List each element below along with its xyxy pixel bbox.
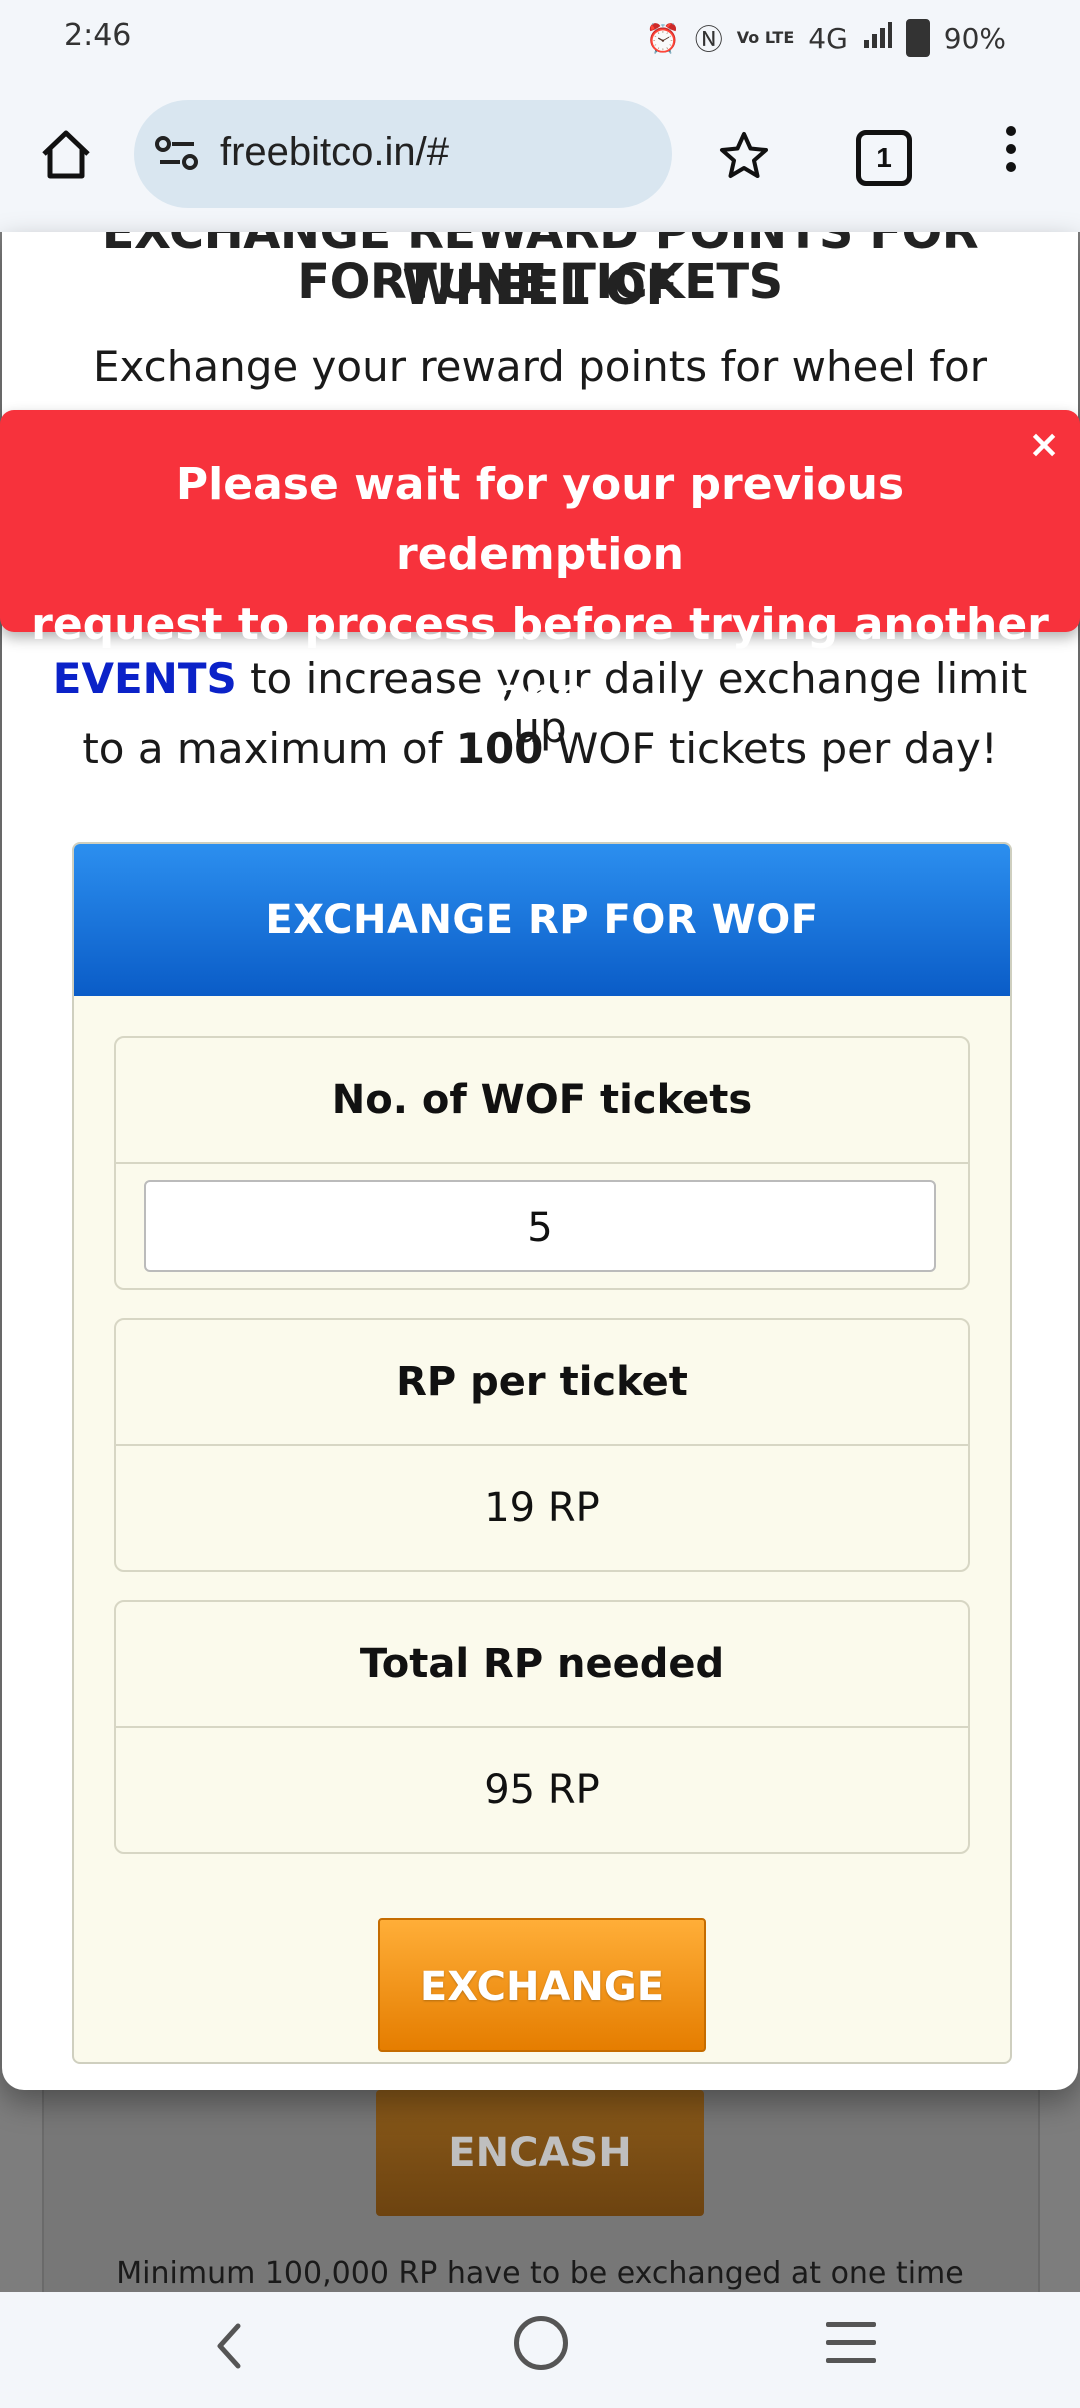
limit-prefix: to a maximum of (82, 724, 456, 773)
tab-switcher-button[interactable]: 1 (856, 130, 912, 186)
tickets-label: No. of WOF tickets (116, 1038, 968, 1164)
error-alert: × Please wait for your previous redempti… (0, 410, 1080, 720)
network-label: 4G (808, 21, 848, 55)
limit-suffix: WOF tickets per day! (543, 724, 998, 773)
site-settings-icon[interactable] (154, 134, 202, 174)
battery-icon (905, 19, 930, 57)
volte-label: Vo LTE (736, 28, 795, 47)
total-rp-label: Total RP needed (116, 1602, 968, 1728)
modal-intro-text: Exchange your reward points for wheel fo… (92, 342, 988, 391)
minimum-exchange-note: Minimum 100,000 RP have to be exchanged … (116, 2256, 964, 2291)
tickets-input[interactable]: 5 (144, 1180, 936, 1272)
alert-message-line2: request to process before trying another… (31, 599, 1049, 720)
limit-value: 100 (455, 724, 544, 773)
rp-per-ticket-field: RP per ticket 19 RP (114, 1318, 970, 1572)
status-time: 2:46 (64, 18, 132, 53)
alert-message: Please wait for your previous redemption… (30, 450, 1050, 730)
signal-icon (862, 20, 892, 57)
modal-title-line2: FORTUNE TICKETS (297, 254, 783, 310)
overflow-menu-icon[interactable] (996, 126, 1026, 186)
recent-apps-icon[interactable] (826, 2322, 876, 2366)
back-icon[interactable] (200, 2316, 260, 2376)
exchange-box: EXCHANGE RP FOR WOF No. of WOF tickets 5… (72, 842, 1012, 2064)
nfc-icon: Ⓝ (694, 23, 723, 56)
exchange-box-header: EXCHANGE RP FOR WOF (74, 844, 1010, 996)
total-rp-value: 95 RP (484, 1767, 600, 1813)
url-bar[interactable]: freebitco.in/# (134, 100, 672, 208)
status-bar: 2:46 ⏰ Ⓝ Vo LTE 4G 90% (0, 0, 1080, 76)
total-rp-field: Total RP needed 95 RP (114, 1600, 970, 1854)
encash-button[interactable]: ENCASH (376, 2090, 704, 2216)
status-icons: ⏰ Ⓝ Vo LTE 4G 90% (646, 18, 1006, 58)
modal-limit-text: to a maximum of 100 WOF tickets per day! (32, 724, 1048, 773)
rp-per-ticket-value: 19 RP (484, 1485, 600, 1531)
url-text[interactable]: freebitco.in/# (220, 130, 449, 175)
alert-message-line1: Please wait for your previous redemption (175, 459, 905, 580)
rp-per-ticket-label: RP per ticket (116, 1320, 968, 1446)
bookmark-star-icon[interactable] (714, 126, 774, 186)
exchange-button[interactable]: EXCHANGE (378, 1918, 706, 2052)
nav-home-icon[interactable] (514, 2316, 568, 2370)
tickets-field: No. of WOF tickets 5 (114, 1036, 970, 1290)
home-icon[interactable] (36, 124, 96, 184)
system-nav-bar (0, 2292, 1080, 2408)
alarm-icon: ⏰ (645, 21, 681, 55)
battery-percent: 90% (943, 21, 1006, 55)
browser-toolbar: freebitco.in/# 1 (0, 76, 1080, 232)
